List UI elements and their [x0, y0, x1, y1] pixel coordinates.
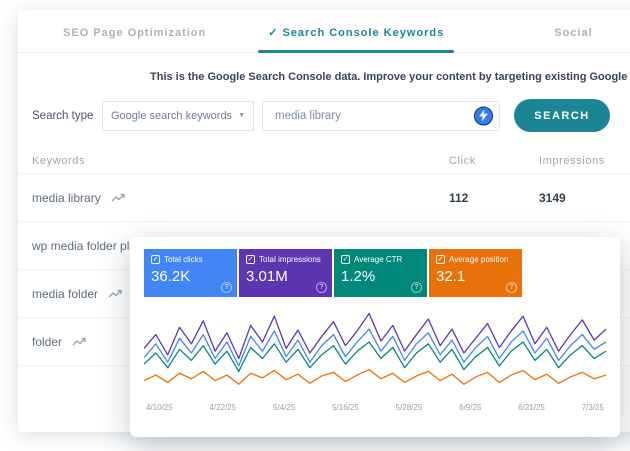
trend-icon[interactable] — [111, 193, 126, 203]
stat-average-position[interactable]: ✓ Average position 32.1 ? — [429, 249, 522, 297]
gsc-info-banner: This is the Google Search Console data. … — [150, 71, 630, 83]
keyword-input-wrap — [262, 101, 500, 131]
impressions-value: 3149 — [539, 191, 630, 205]
dropdown-value: Google search keywords — [111, 110, 232, 122]
lightning-boost-icon[interactable] — [474, 106, 493, 125]
search-controls: Search type Google search keywords ▼ SEA… — [32, 99, 630, 132]
stat-label: Average CTR — [354, 255, 402, 264]
keyword-text: folder — [32, 335, 62, 349]
stat-total-clicks[interactable]: ✓ Total clicks 36.2K ? — [144, 249, 237, 297]
gsc-performance-card: ✓ Total clicks 36.2K ? ✓ Total impressio… — [130, 237, 620, 437]
keyword-text: media library — [32, 191, 101, 205]
tab-search-console-keywords[interactable]: ✓ Search Console Keywords — [268, 26, 444, 52]
check-icon: ✓ — [268, 27, 278, 39]
help-icon[interactable]: ? — [411, 282, 422, 293]
tab-label: Search Console Keywords — [282, 27, 444, 39]
chart-x-axis-labels: 4/10/25 4/22/25 5/4/25 5/16/25 5/28/25 6… — [144, 403, 606, 412]
search-type-dropdown[interactable]: Google search keywords ▼ — [102, 101, 254, 131]
x-tick: 5/16/25 — [332, 403, 359, 412]
col-header-impressions: Impressions — [539, 155, 630, 167]
help-icon[interactable]: ? — [221, 282, 232, 293]
checkbox-icon: ✓ — [151, 255, 160, 264]
x-tick: 6/21/25 — [518, 403, 545, 412]
stat-value: 32.1 — [436, 268, 515, 285]
checkbox-icon: ✓ — [246, 255, 255, 264]
checkbox-icon: ✓ — [436, 255, 445, 264]
stat-boxes: ✓ Total clicks 36.2K ? ✓ Total impressio… — [144, 249, 606, 297]
tab-label: SEO Page Optimization — [63, 27, 206, 39]
x-tick: 6/9/25 — [459, 403, 481, 412]
help-icon[interactable]: ? — [506, 282, 517, 293]
search-type-label: Search type — [32, 110, 98, 122]
click-value: 112 — [449, 191, 539, 205]
gsc-line-chart — [144, 307, 606, 399]
trend-icon[interactable] — [108, 289, 123, 299]
bolt-glyph — [479, 110, 488, 122]
x-tick: 5/4/25 — [273, 403, 295, 412]
tab-seo-page-optimization[interactable]: SEO Page Optimization — [63, 27, 206, 52]
page: { "tabs": [ { "label": "SEO Page Optimiz… — [0, 0, 630, 451]
keyword-search-input[interactable] — [262, 101, 500, 131]
tabs-bar: SEO Page Optimization ✓ Search Console Ke… — [18, 10, 630, 53]
x-tick: 7/3/25 — [582, 403, 604, 412]
tab-social[interactable]: Social — [554, 27, 592, 52]
stat-total-impressions[interactable]: ✓ Total impressions 3.01M ? — [239, 249, 332, 297]
col-header-click: Click — [449, 155, 539, 167]
table-row[interactable]: media library 112 3149 — [18, 174, 630, 222]
performance-chart-area — [144, 307, 606, 399]
keyword-text: media folder — [32, 287, 98, 301]
stat-label: Average position — [449, 255, 508, 264]
stat-label: Total clicks — [164, 255, 203, 264]
trend-icon[interactable] — [72, 337, 87, 347]
stat-value: 1.2% — [341, 268, 420, 285]
x-tick: 4/10/25 — [146, 403, 173, 412]
x-tick: 5/28/25 — [396, 403, 423, 412]
table-header: Keywords Click Impressions — [18, 148, 630, 174]
col-header-keywords: Keywords — [32, 155, 449, 167]
search-button[interactable]: SEARCH — [514, 99, 610, 132]
stat-value: 3.01M — [246, 268, 325, 285]
x-tick: 4/22/25 — [210, 403, 237, 412]
help-icon[interactable]: ? — [316, 282, 327, 293]
tab-label: Social — [554, 27, 592, 39]
stat-average-ctr[interactable]: ✓ Average CTR 1.2% ? — [334, 249, 427, 297]
stat-value: 36.2K — [151, 268, 230, 285]
checkbox-icon: ✓ — [341, 255, 350, 264]
stat-label: Total impressions — [259, 255, 321, 264]
chevron-down-icon: ▼ — [238, 112, 245, 119]
